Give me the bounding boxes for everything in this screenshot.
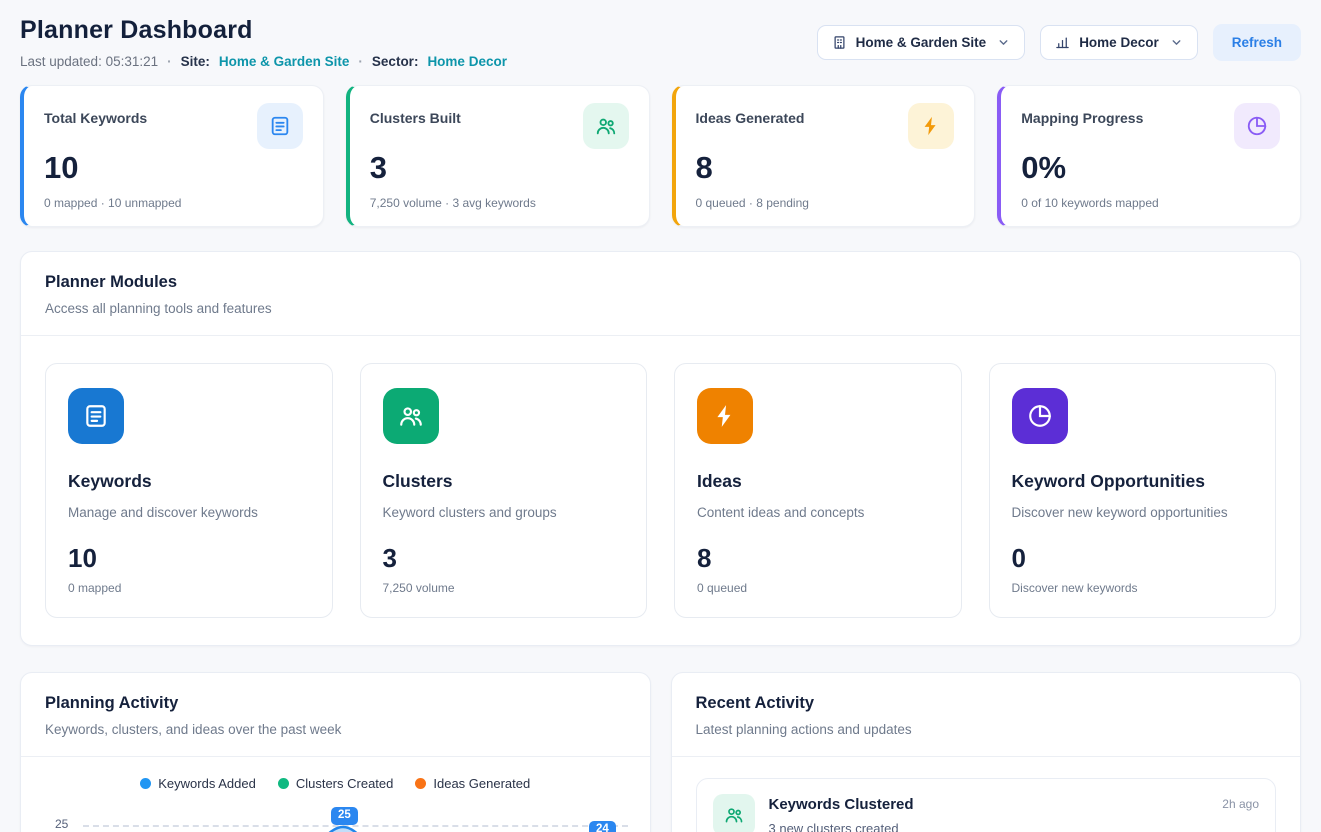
activity-chart: 25 25 24 (41, 801, 634, 832)
legend-label: Clusters Created (296, 776, 394, 791)
stat-cards-row: Total Keywords 10 0 mapped · 10 unmapped… (20, 85, 1301, 227)
stat-value: 3 (370, 150, 629, 186)
users-icon (713, 794, 755, 832)
bolt-icon (908, 103, 954, 149)
module-description: Discover new keyword opportunities (1012, 505, 1254, 520)
sector-selector[interactable]: Home Decor (1040, 25, 1198, 60)
stat-card-clusters-built: Clusters Built 3 7,250 volume · 3 avg ke… (346, 85, 650, 227)
pie-chart-icon (1012, 388, 1068, 444)
module-value: 10 (68, 543, 310, 574)
stat-card-ideas-generated: Ideas Generated 8 0 queued · 8 pending (672, 85, 976, 227)
module-detail: 0 mapped (68, 581, 310, 595)
refresh-button[interactable]: Refresh (1213, 24, 1301, 61)
meta-line: Last updated: 05:31:21 · Site: Home & Ga… (20, 54, 507, 69)
meta-separator: · (358, 54, 363, 69)
site-label: Site: (181, 54, 210, 69)
y-axis-tick: 25 (55, 817, 68, 831)
data-point-label: 25 (331, 807, 358, 825)
recent-activity-item[interactable]: Keywords Clustered 3 new clusters create… (696, 778, 1277, 832)
module-card-ideas[interactable]: Ideas Content ideas and concepts 8 0 que… (674, 363, 962, 618)
site-link[interactable]: Home & Garden Site (219, 54, 350, 69)
stat-label: Total Keywords (44, 110, 147, 126)
topbar: Planner Dashboard Last updated: 05:31:21… (20, 16, 1301, 69)
recent-item-timestamp: 2h ago (1222, 797, 1259, 811)
module-value: 0 (1012, 543, 1254, 574)
module-description: Keyword clusters and groups (383, 505, 625, 520)
module-title: Clusters (383, 471, 625, 492)
chart-legend: Keywords Added Clusters Created Ideas Ge… (21, 757, 650, 797)
module-title: Keyword Opportunities (1012, 471, 1254, 492)
stat-label: Mapping Progress (1021, 110, 1143, 126)
bolt-icon (697, 388, 753, 444)
modules-grid: Keywords Manage and discover keywords 10… (21, 336, 1300, 645)
users-icon (383, 388, 439, 444)
page-title: Planner Dashboard (20, 16, 507, 45)
module-card-clusters[interactable]: Clusters Keyword clusters and groups 3 7… (360, 363, 648, 618)
sector-selector-value: Home Decor (1079, 35, 1159, 50)
bottom-row: Planning Activity Keywords, clusters, an… (20, 672, 1301, 832)
stat-detail: 7,250 volume · 3 avg keywords (370, 196, 629, 210)
document-icon (257, 103, 303, 149)
site-selector[interactable]: Home & Garden Site (817, 25, 1026, 60)
planning-activity-subtitle: Keywords, clusters, and ideas over the p… (45, 722, 626, 737)
sector-link[interactable]: Home Decor (427, 54, 507, 69)
data-point-label: 24 (589, 821, 616, 832)
meta-separator: · (167, 54, 172, 69)
module-value: 8 (697, 543, 939, 574)
stat-value: 10 (44, 150, 303, 186)
topbar-left: Planner Dashboard Last updated: 05:31:21… (20, 16, 507, 69)
last-updated-text: Last updated: 05:31:21 (20, 54, 158, 69)
module-detail: Discover new keywords (1012, 581, 1254, 595)
recent-item-text: Keywords Clustered 3 new clusters create… (769, 794, 914, 832)
module-title: Keywords (68, 471, 310, 492)
recent-item-title: Keywords Clustered (769, 796, 914, 813)
recent-activity-list: Keywords Clustered 3 new clusters create… (672, 757, 1301, 832)
stat-detail: 0 mapped · 10 unmapped (44, 196, 303, 210)
legend-dot-green (278, 778, 289, 789)
recent-activity-subtitle: Latest planning actions and updates (696, 722, 1277, 737)
recent-activity-title: Recent Activity (696, 694, 1277, 713)
module-card-keyword-opportunities[interactable]: Keyword Opportunities Discover new keywo… (989, 363, 1277, 618)
building-icon (832, 35, 847, 50)
legend-dot-blue (140, 778, 151, 789)
legend-item-keywords-added: Keywords Added (140, 776, 256, 791)
module-detail: 0 queued (697, 581, 939, 595)
module-value: 3 (383, 543, 625, 574)
topbar-controls: Home & Garden Site Home Decor Refresh (817, 24, 1301, 61)
stat-card-total-keywords: Total Keywords 10 0 mapped · 10 unmapped (20, 85, 324, 227)
module-description: Content ideas and concepts (697, 505, 939, 520)
document-icon (68, 388, 124, 444)
module-title: Ideas (697, 471, 939, 492)
chevron-down-icon (1170, 36, 1183, 49)
sector-label: Sector: (372, 54, 419, 69)
planner-dashboard-page: Planner Dashboard Last updated: 05:31:21… (0, 0, 1321, 832)
users-icon (583, 103, 629, 149)
stat-label: Ideas Generated (696, 110, 805, 126)
stat-label: Clusters Built (370, 110, 461, 126)
stat-value: 8 (696, 150, 955, 186)
chevron-down-icon (997, 36, 1010, 49)
recent-activity-panel: Recent Activity Latest planning actions … (671, 672, 1302, 832)
recent-item-description: 3 new clusters created (769, 821, 914, 832)
legend-label: Ideas Generated (433, 776, 530, 791)
legend-item-ideas-generated: Ideas Generated (415, 776, 530, 791)
planning-activity-panel: Planning Activity Keywords, clusters, an… (20, 672, 651, 832)
site-selector-value: Home & Garden Site (856, 35, 987, 50)
legend-label: Keywords Added (158, 776, 256, 791)
stat-detail: 0 queued · 8 pending (696, 196, 955, 210)
module-description: Manage and discover keywords (68, 505, 310, 520)
bar-chart-icon (1055, 35, 1070, 50)
planning-activity-title: Planning Activity (45, 694, 626, 713)
module-card-keywords[interactable]: Keywords Manage and discover keywords 10… (45, 363, 333, 618)
planner-modules-panel: Planner Modules Access all planning tool… (20, 251, 1301, 646)
stat-value: 0% (1021, 150, 1280, 186)
modules-subtitle: Access all planning tools and features (45, 301, 1276, 316)
pie-chart-icon (1234, 103, 1280, 149)
legend-dot-orange (415, 778, 426, 789)
stat-detail: 0 of 10 keywords mapped (1021, 196, 1280, 210)
stat-card-mapping-progress: Mapping Progress 0% 0 of 10 keywords map… (997, 85, 1301, 227)
modules-title: Planner Modules (45, 273, 1276, 292)
module-detail: 7,250 volume (383, 581, 625, 595)
legend-item-clusters-created: Clusters Created (278, 776, 394, 791)
